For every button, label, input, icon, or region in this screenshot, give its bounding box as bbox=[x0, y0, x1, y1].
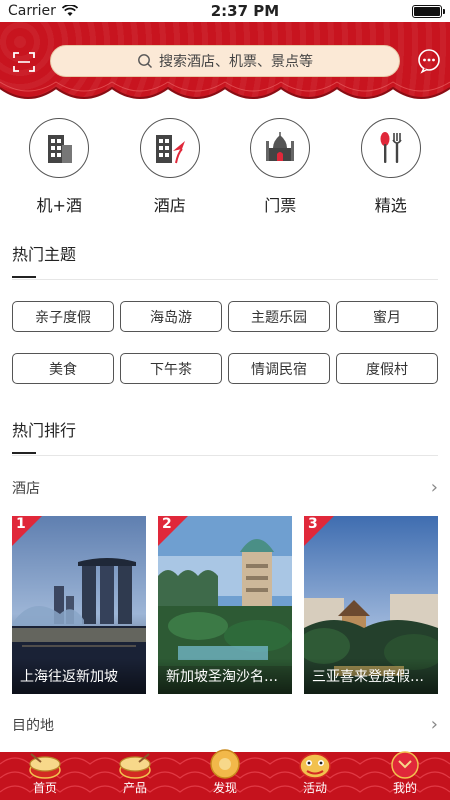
category-label: 机+酒 bbox=[36, 196, 82, 215]
ticket-landmark-icon bbox=[266, 132, 295, 161]
rank-number: 3 bbox=[308, 516, 318, 532]
hot-ranking-underline bbox=[12, 452, 36, 454]
category-label: 门票 bbox=[264, 196, 297, 215]
drum-icon bbox=[29, 753, 61, 779]
category-featured[interactable]: 精选 bbox=[346, 118, 436, 218]
topic-tag[interactable]: 美食 bbox=[12, 353, 114, 384]
gong-icon bbox=[210, 749, 240, 779]
red-envelope-icon bbox=[391, 751, 419, 779]
divider bbox=[12, 455, 438, 456]
hot-topics-title: 热门主题 bbox=[12, 245, 77, 264]
tab-label: 活动 bbox=[302, 781, 327, 795]
battery-icon bbox=[412, 4, 445, 18]
tab-label: 发现 bbox=[212, 781, 237, 795]
search-input[interactable]: 搜索酒店、机票、景点等 bbox=[50, 45, 400, 77]
topic-tag[interactable]: 海岛游 bbox=[120, 301, 222, 332]
message-icon[interactable] bbox=[416, 48, 442, 74]
search-icon bbox=[138, 54, 152, 68]
category-label: 精选 bbox=[374, 196, 407, 215]
category-hotel[interactable]: 酒店 bbox=[125, 118, 215, 218]
header: 搜索酒店、机票、景点等 bbox=[0, 22, 450, 112]
category-tickets[interactable]: 门票 bbox=[235, 118, 325, 218]
hotel-ranking-label: 酒店 bbox=[12, 480, 40, 497]
category-row: 机+酒 酒店 门票 精选 bbox=[0, 118, 450, 218]
rank-number: 2 bbox=[162, 516, 172, 532]
tab-discover[interactable]: 发现 bbox=[180, 740, 270, 796]
divider bbox=[12, 279, 438, 280]
wifi-icon bbox=[61, 5, 78, 16]
dining-icon bbox=[380, 132, 402, 163]
ranking-card[interactable]: 2 新加坡圣淘沙名胜世界 bbox=[158, 516, 292, 694]
chevron-right-icon: › bbox=[430, 714, 438, 735]
topic-tag[interactable]: 情调民宿 bbox=[228, 353, 330, 384]
ranking-cards: 1 上海往返新加坡 2 新加坡圣淘沙名胜世界 3 三亚喜来登度假酒店 bbox=[12, 516, 438, 694]
status-bar: Carrier 2:37 PM bbox=[0, 0, 450, 22]
curtain-decoration bbox=[0, 81, 450, 112]
carrier-label: Carrier bbox=[8, 3, 56, 19]
topic-tag[interactable]: 蜜月 bbox=[336, 301, 438, 332]
tab-mine[interactable]: 我的 bbox=[360, 740, 450, 796]
flight-hotel-icon bbox=[48, 135, 73, 163]
topic-tag[interactable]: 下午茶 bbox=[120, 353, 222, 384]
category-flight-hotel[interactable]: 机+酒 bbox=[14, 118, 104, 218]
destination-ranking-header[interactable]: 目的地 › bbox=[12, 714, 438, 735]
hot-ranking-title: 热门排行 bbox=[12, 421, 77, 440]
tab-events[interactable]: 活动 bbox=[270, 740, 360, 796]
tab-bar: 首页 产品 发现 活动 我的 bbox=[0, 740, 450, 800]
card-caption: 上海往返新加坡 bbox=[12, 658, 146, 694]
destination-ranking-label: 目的地 bbox=[12, 717, 54, 734]
tab-home[interactable]: 首页 bbox=[0, 740, 90, 796]
lion-dance-icon bbox=[299, 753, 331, 779]
topic-tag[interactable]: 主题乐园 bbox=[228, 301, 330, 332]
tab-label: 我的 bbox=[392, 781, 417, 795]
topic-tags: 亲子度假 海岛游 主题乐园 蜜月 美食 下午茶 情调民宿 度假村 bbox=[12, 301, 438, 384]
card-caption: 新加坡圣淘沙名胜世界 bbox=[158, 658, 292, 694]
tab-products[interactable]: 产品 bbox=[90, 740, 180, 796]
hotel-ranking-header[interactable]: 酒店 › bbox=[12, 477, 438, 498]
category-label: 酒店 bbox=[153, 196, 186, 215]
topic-tag[interactable]: 亲子度假 bbox=[12, 301, 114, 332]
tab-label: 首页 bbox=[32, 781, 57, 795]
ranking-card[interactable]: 3 三亚喜来登度假酒店 bbox=[304, 516, 438, 694]
chevron-right-icon: › bbox=[430, 477, 438, 498]
hotel-icon bbox=[155, 135, 185, 164]
tab-label: 产品 bbox=[122, 781, 147, 795]
status-time: 2:37 PM bbox=[210, 2, 280, 20]
hot-topics-underline bbox=[12, 276, 36, 278]
scan-icon[interactable] bbox=[12, 50, 36, 74]
topic-tag[interactable]: 度假村 bbox=[336, 353, 438, 384]
card-caption: 三亚喜来登度假酒店 bbox=[304, 658, 438, 694]
search-placeholder: 搜索酒店、机票、景点等 bbox=[159, 54, 313, 70]
drum-icon bbox=[119, 753, 151, 779]
rank-number: 1 bbox=[16, 516, 26, 532]
ranking-card[interactable]: 1 上海往返新加坡 bbox=[12, 516, 146, 694]
